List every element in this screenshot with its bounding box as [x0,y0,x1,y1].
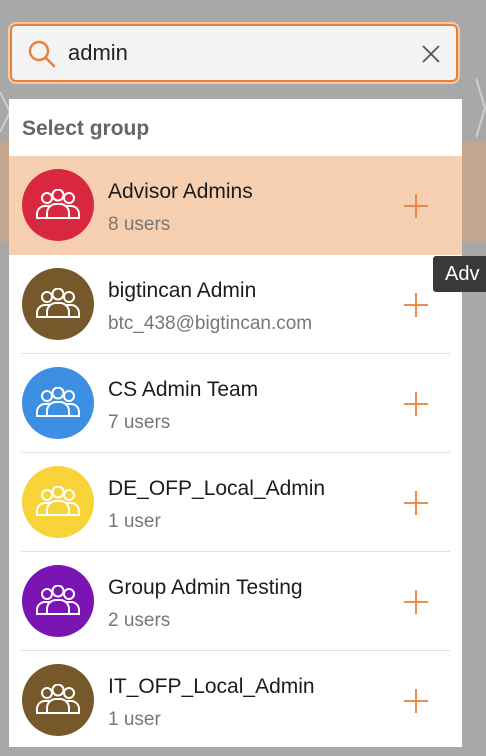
group-name: Advisor Admins [108,180,253,203]
chevron-right-icon [476,78,486,138]
group-subtitle: 7 users [108,412,171,433]
group-name: bigtincan Admin [108,279,257,302]
group-icon [36,585,80,615]
panel-title: Select group [22,117,150,140]
group-row[interactable]: bigtincan Admin btc_438@bigtincan.com [9,255,462,354]
group-list: Advisor Admins 8 users bigtincan Admin btc_… [9,156,462,747]
group-avatar [22,367,94,439]
plus-icon[interactable] [403,391,429,417]
group-avatar [22,664,94,736]
search-icon [28,40,56,68]
group-icon [36,189,80,219]
group-row[interactable]: Advisor Admins 8 users [9,156,462,255]
group-avatar [22,268,94,340]
group-subtitle: 2 users [108,610,171,631]
plus-icon[interactable] [403,589,429,615]
group-name: IT_OFP_Local_Admin [108,675,315,698]
group-name: DE_OFP_Local_Admin [108,477,326,500]
group-subtitle: btc_438@bigtincan.com [108,313,313,334]
plus-icon[interactable] [403,292,429,318]
group-icon [36,486,80,516]
group-name: CS Admin Team [108,378,259,401]
group-row[interactable]: CS Admin Team 7 users [9,354,462,453]
group-dropdown: Select group Advisor Admins 8 users bigtin… [9,99,462,747]
group-row[interactable]: Group Admin Testing 2 users [9,552,462,651]
plus-icon[interactable] [403,688,429,714]
group-icon [36,387,80,417]
group-subtitle: 1 user [108,709,161,730]
group-icon [36,288,80,318]
plus-icon[interactable] [403,193,429,219]
plus-icon[interactable] [403,490,429,516]
group-subtitle: 8 users [108,214,171,235]
group-avatar [22,565,94,637]
group-subtitle: 1 user [108,511,161,532]
group-icon [36,684,80,714]
group-avatar [22,169,94,241]
group-row[interactable]: DE_OFP_Local_Admin 1 user [9,453,462,552]
group-name: Group Admin Testing [108,576,303,599]
tooltip: Adv [433,256,486,292]
group-row[interactable]: IT_OFP_Local_Admin 1 user [9,651,462,747]
group-avatar [22,466,94,538]
search-input[interactable] [68,36,398,70]
search-box[interactable] [10,24,458,82]
close-icon[interactable] [420,43,442,65]
